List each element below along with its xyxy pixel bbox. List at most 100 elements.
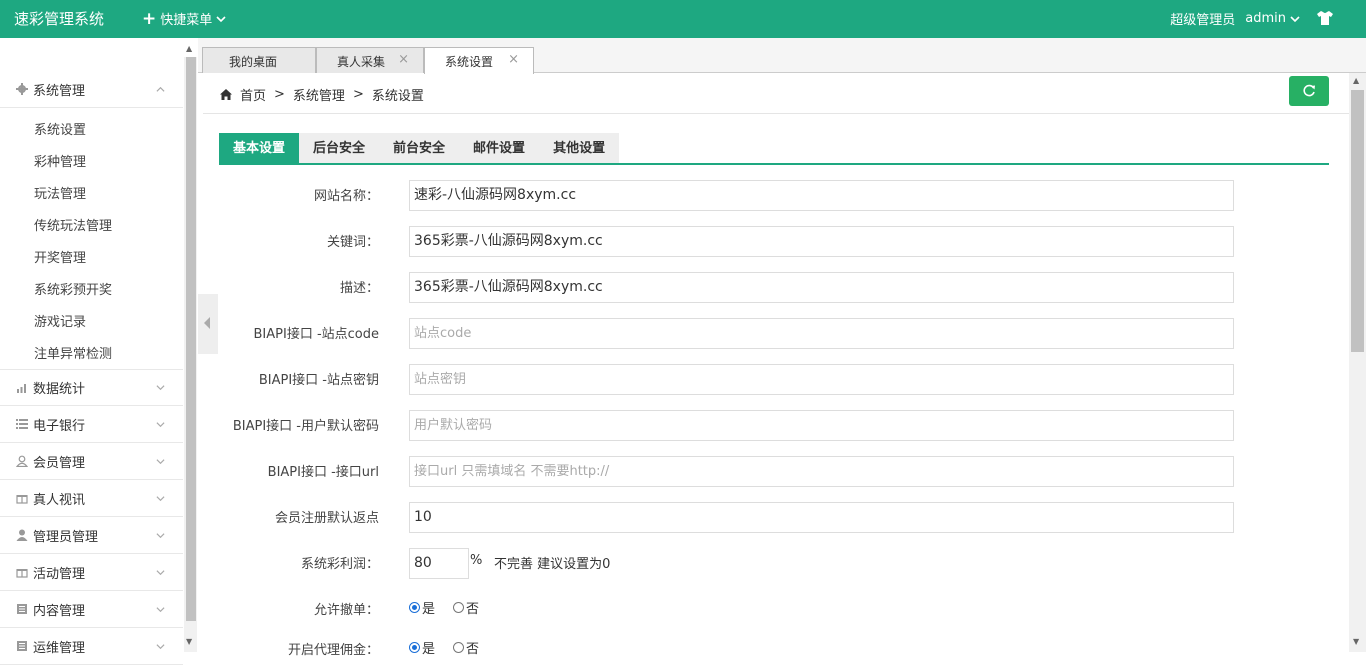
- profit-input[interactable]: 80: [409, 548, 469, 579]
- sidebar-group-label: 数据统计: [33, 382, 86, 397]
- chevron-up-icon: [156, 86, 165, 92]
- home-icon: [220, 89, 232, 100]
- agent-commission-label: 开启代理佣金：: [287, 643, 379, 658]
- sidebar-group-live-video[interactable]: 真人视讯: [0, 480, 183, 517]
- tab-backend-security[interactable]: 后台安全: [299, 133, 380, 164]
- profit-label: 系统彩利润：: [300, 557, 379, 572]
- scroll-down-icon[interactable]: ▼: [186, 637, 192, 646]
- quick-menu-label: 快捷菜单: [160, 13, 213, 28]
- book-icon: [17, 604, 27, 614]
- profit-percent: %: [470, 553, 483, 568]
- refresh-icon: [1303, 84, 1315, 97]
- radio-unchecked-icon: [453, 642, 464, 653]
- biapi-password-input[interactable]: 用户默认密码: [409, 410, 1234, 441]
- person-icon: [16, 529, 28, 541]
- tabs-underline: [219, 163, 1329, 165]
- sidebar-group-label: 内容管理: [33, 603, 86, 619]
- user-icon: [16, 455, 28, 467]
- sidebar-group-label: 会员管理: [33, 455, 86, 471]
- tabs-bar: 我的桌面 真人采集 × 系统设置 ×: [198, 38, 1366, 74]
- description-input[interactable]: 365彩票-八仙源码网8xym.cc: [409, 272, 1234, 303]
- chevron-down-icon: [156, 606, 165, 612]
- sidebar-item-traditional-play[interactable]: 传统玩法管理: [34, 215, 112, 234]
- sidebar-group-activities[interactable]: 活动管理: [0, 554, 183, 591]
- sidebar: 系统管理 系统设置 彩种管理 玩法管理 传统玩法管理 开奖管理 系统彩预开奖 游…: [0, 38, 183, 665]
- sidebar-group-members[interactable]: 会员管理: [0, 443, 183, 480]
- rebate-input[interactable]: 10: [409, 502, 1234, 533]
- sidebar-scrollbar-thumb[interactable]: [186, 57, 196, 621]
- allow-cancel-no-radio[interactable]: 否: [453, 598, 479, 617]
- app-brand[interactable]: 速彩管理系统: [14, 8, 104, 29]
- sidebar-group-statistics[interactable]: 数据统计: [0, 369, 183, 406]
- radio-label: 否: [466, 642, 480, 657]
- chevron-down-icon: [216, 15, 226, 22]
- skin-shirt-icon[interactable]: [1316, 10, 1334, 26]
- agent-commission-no-radio[interactable]: 否: [453, 638, 479, 657]
- tab-label: 系统设置: [445, 55, 494, 69]
- tab-live-collect[interactable]: 真人采集 ×: [316, 47, 424, 73]
- keywords-input[interactable]: 365彩票-八仙源码网8xym.cc: [409, 226, 1234, 257]
- radio-label: 是: [422, 642, 436, 657]
- sidebar-item-system-settings[interactable]: 系统设置: [34, 119, 86, 138]
- site-name-input[interactable]: 速彩-八仙源码网8xym.cc: [409, 180, 1234, 211]
- agent-commission-yes-radio[interactable]: 是: [409, 638, 435, 657]
- chevron-down-icon: [156, 421, 165, 427]
- sidebar-item-bet-anomaly[interactable]: 注单异常检测: [34, 343, 112, 362]
- breadcrumb-system[interactable]: 系统管理: [293, 85, 345, 104]
- tab-label: 我的桌面: [229, 55, 278, 69]
- biapi-key-input[interactable]: 站点密钥: [409, 364, 1234, 395]
- chevron-down-icon: [1290, 15, 1300, 22]
- scroll-up-icon[interactable]: ▲: [1353, 76, 1359, 85]
- biapi-url-label: BIAPI接口 -接口url: [267, 465, 379, 480]
- scroll-up-icon[interactable]: ▲: [186, 44, 192, 53]
- quick-menu-button[interactable]: + 快捷菜单: [142, 9, 226, 28]
- radio-label: 是: [422, 602, 436, 617]
- allow-cancel-yes-radio[interactable]: 是: [409, 598, 435, 617]
- book-icon: [17, 641, 27, 651]
- sidebar-group-label: 系统管理: [33, 83, 86, 99]
- content-scrollbar-thumb[interactable]: [1351, 90, 1364, 352]
- gear-icon: [16, 83, 28, 95]
- sidebar-group-ebank[interactable]: 电子银行: [0, 406, 183, 443]
- main-content: 首页 > 系统管理 > 系统设置 基本设置 后台安全 前台安全 邮件设置 其他设…: [203, 73, 1349, 658]
- gift-icon: [16, 569, 28, 578]
- refresh-button[interactable]: [1289, 76, 1329, 106]
- biapi-code-label: BIAPI接口 -站点code: [253, 327, 380, 342]
- sidebar-group-label: 运维管理: [33, 640, 86, 656]
- tab-other[interactable]: 其他设置: [539, 133, 620, 164]
- breadcrumb-separator: >: [352, 87, 364, 102]
- sidebar-item-game-records[interactable]: 游戏记录: [34, 311, 86, 330]
- biapi-code-input[interactable]: 站点code: [409, 318, 1234, 349]
- chevron-down-icon: [156, 458, 165, 464]
- profit-note: 不完善 建议设置为0: [494, 557, 611, 572]
- close-icon[interactable]: ×: [508, 52, 519, 67]
- biapi-url-input[interactable]: 接口url 只需填域名 不需要http://: [409, 456, 1234, 487]
- gift-icon: [16, 495, 28, 504]
- tab-frontend-security[interactable]: 前台安全: [379, 133, 460, 164]
- allow-cancel-label: 允许撤单：: [313, 603, 379, 618]
- tab-system-settings[interactable]: 系统设置 ×: [424, 47, 534, 74]
- site-name-label: 网站名称：: [313, 189, 379, 204]
- sidebar-group-ops[interactable]: 运维管理: [0, 628, 183, 665]
- tab-mail[interactable]: 邮件设置: [459, 133, 540, 164]
- radio-checked-icon: [409, 602, 420, 613]
- chevron-down-icon: [156, 495, 165, 501]
- sidebar-item-lottery-types[interactable]: 彩种管理: [34, 151, 86, 170]
- sidebar-item-play-rules[interactable]: 玩法管理: [34, 183, 86, 202]
- tab-basic[interactable]: 基本设置: [219, 133, 300, 164]
- breadcrumb-home[interactable]: 首页: [240, 85, 266, 104]
- sidebar-group-admins[interactable]: 管理员管理: [0, 517, 183, 554]
- sidebar-group-label: 电子银行: [33, 418, 86, 434]
- breadcrumb-divider: [203, 113, 1349, 114]
- tab-desktop[interactable]: 我的桌面: [202, 47, 316, 73]
- plus-icon: +: [142, 8, 157, 29]
- sidebar-item-pre-draw[interactable]: 系统彩预开奖: [34, 279, 112, 298]
- scroll-down-icon[interactable]: ▼: [1353, 637, 1359, 646]
- sidebar-group-content[interactable]: 内容管理: [0, 591, 183, 628]
- user-role: 超级管理员: [1170, 13, 1236, 28]
- top-bar: 速彩管理系统 + 快捷菜单 超级管理员 admin: [0, 0, 1366, 38]
- close-icon[interactable]: ×: [398, 52, 409, 67]
- user-menu[interactable]: 超级管理员 admin: [1170, 9, 1300, 28]
- sidebar-group-system[interactable]: 系统管理: [0, 71, 183, 108]
- sidebar-item-draw-management[interactable]: 开奖管理: [34, 247, 86, 266]
